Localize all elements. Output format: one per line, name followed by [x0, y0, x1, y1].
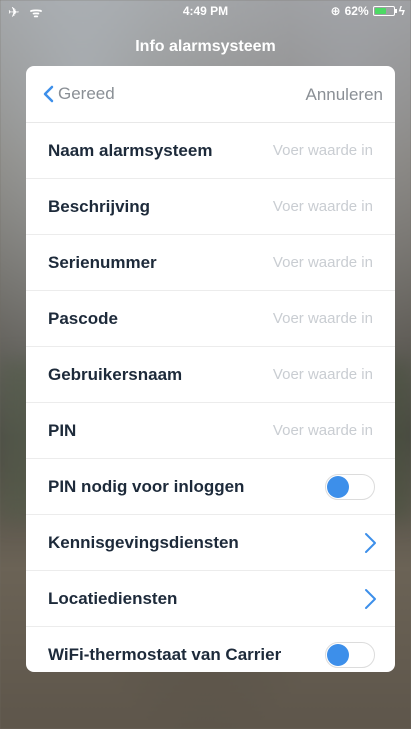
chevron-left-icon	[43, 85, 54, 103]
status-bar: ✈ ᯤ 4:49 PM ⊕ 62% ϟ	[0, 0, 411, 22]
cancel-button[interactable]: Annuleren	[305, 85, 383, 105]
battery-icon	[372, 6, 397, 16]
field-row-serial: Serienummer	[26, 235, 395, 291]
serial-number-input[interactable]	[241, 253, 375, 272]
chevron-right-icon[interactable]	[363, 588, 377, 610]
nav-row-location[interactable]: Locatiediensten	[26, 571, 395, 627]
done-button-label: Gereed	[58, 84, 115, 103]
field-row-description: Beschrijving	[26, 179, 395, 235]
alarm-info-card: Gereed Annuleren Naam alarmsysteem Besch…	[26, 66, 395, 672]
nav-label: Kennisgevingsdiensten	[48, 532, 239, 552]
field-label: Naam alarmsysteem	[48, 140, 213, 160]
alarm-name-input[interactable]	[241, 141, 375, 160]
charging-icon: ϟ	[398, 4, 405, 18]
field-row-pin: PIN	[26, 403, 395, 459]
passcode-input[interactable]	[241, 309, 375, 328]
field-label: Pascode	[48, 308, 118, 328]
field-row-username: Gebruikersnaam	[26, 347, 395, 403]
chevron-right-icon[interactable]	[363, 532, 377, 554]
done-button[interactable]: Gereed	[42, 84, 115, 104]
status-right: ⊕ 62% ϟ	[331, 4, 405, 18]
setting-label: PIN nodig voor inloggen	[48, 476, 245, 496]
field-label: PIN	[48, 420, 77, 440]
wifi-thermostat-toggle[interactable]	[325, 642, 375, 668]
field-label: Gebruikersnaam	[48, 364, 183, 384]
description-input[interactable]	[241, 197, 375, 216]
field-label: Serienummer	[48, 252, 157, 272]
field-row-alarm-name: Naam alarmsysteem	[26, 123, 395, 179]
username-input[interactable]	[241, 365, 375, 384]
nav-row-notifications[interactable]: Kennisgevingsdiensten	[26, 515, 395, 571]
card-header: Gereed Annuleren	[26, 66, 395, 123]
setting-row-pin-login: PIN nodig voor inloggen	[26, 459, 395, 515]
field-label: Beschrijving	[48, 196, 151, 216]
setting-row-wifi-thermostat: WiFi-thermostaat van Carrier	[26, 627, 395, 672]
page-title: Info alarmsysteem	[135, 38, 276, 55]
nav-label: Locatiediensten	[48, 588, 178, 608]
toggle-knob	[327, 476, 349, 498]
setting-label: WiFi-thermostaat van Carrier	[48, 644, 282, 664]
field-row-passcode: Pascode	[26, 291, 395, 347]
battery-percent: 62%	[344, 4, 369, 18]
battery-fill	[374, 8, 386, 14]
pin-input[interactable]	[241, 421, 375, 440]
toggle-knob	[327, 644, 349, 666]
pin-login-toggle[interactable]	[325, 474, 375, 500]
location-icon: ⊕	[330, 4, 341, 18]
